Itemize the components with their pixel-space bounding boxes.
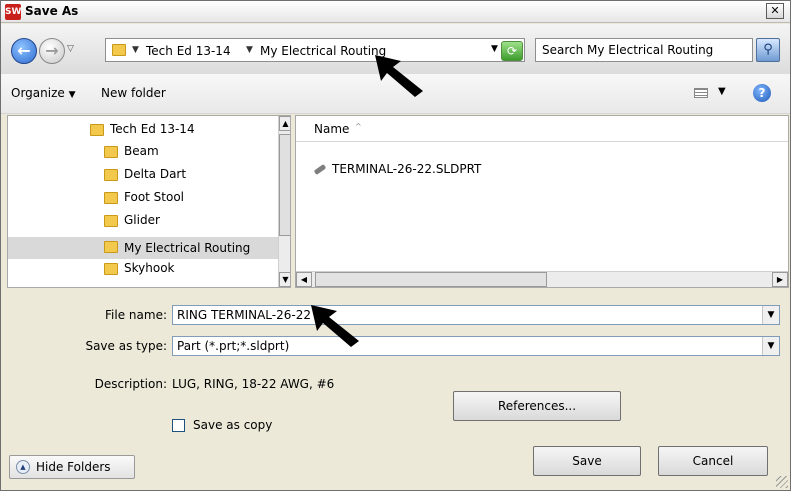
tree-item[interactable]: Tech Ed 13-14 — [90, 122, 270, 144]
save-type-select[interactable]: Part (*.prt;*.sldprt) ▼ — [172, 336, 780, 356]
scrollbar-thumb[interactable] — [279, 134, 290, 236]
tree-item[interactable]: Delta Dart — [104, 167, 274, 189]
breadcrumb-my-electrical-routing[interactable]: My Electrical Routing — [260, 44, 386, 58]
recent-pages-dropdown[interactable]: ▽ — [67, 44, 74, 54]
help-icon[interactable]: ? — [753, 84, 771, 102]
file-name-input[interactable]: RING TERMINAL-26-22 ▼ — [172, 305, 780, 325]
save-type-value: Part (*.prt;*.sldprt) — [177, 339, 290, 353]
organize-menu[interactable]: Organize ▼ — [11, 86, 76, 100]
save-button[interactable]: Save — [533, 446, 641, 476]
save-as-copy-checkbox[interactable] — [172, 419, 185, 432]
cancel-button[interactable]: Cancel — [658, 446, 768, 476]
forward-button[interactable]: → — [39, 38, 65, 64]
solidworks-app-icon: SW — [5, 4, 21, 20]
tree-scrollbar[interactable]: ▲ ▼ — [278, 116, 290, 287]
address-dropdown-icon[interactable]: ▼ — [491, 44, 498, 54]
part-file-icon — [313, 164, 327, 175]
address-bar[interactable]: ▼ Tech Ed 13-14 ▼ My Electrical Routing … — [105, 38, 525, 62]
tree-item-label: Tech Ed 13-14 — [110, 122, 195, 136]
search-icon[interactable]: ⚲ — [756, 38, 780, 62]
scrollbar-thumb[interactable] — [315, 272, 547, 287]
annotation-arrow-icon — [375, 55, 423, 97]
column-name-label: Name — [314, 122, 350, 136]
file-name-label: TERMINAL-26-22.SLDPRT — [332, 162, 482, 176]
description-label: Description: — [94, 377, 167, 391]
chevron-right-icon[interactable]: ▼ — [132, 45, 139, 55]
file-name-label: File name: — [105, 308, 167, 322]
window-title: Save As — [25, 4, 79, 18]
files-horizontal-scrollbar[interactable]: ◀ ▶ — [296, 271, 788, 287]
sort-ascending-icon: ^ — [355, 122, 362, 131]
tree-item-label: My Electrical Routing — [124, 240, 251, 255]
scroll-up-icon[interactable]: ▲ — [279, 116, 290, 131]
folder-icon — [90, 123, 104, 136]
refresh-icon[interactable]: ⟳ — [501, 41, 523, 61]
chevron-up-icon: ▲ — [16, 460, 30, 474]
tree-item-label: Beam — [124, 144, 159, 158]
chevron-down-icon[interactable]: ▼ — [762, 306, 779, 324]
scroll-left-icon[interactable]: ◀ — [296, 272, 312, 287]
tree-item[interactable]: Beam — [104, 144, 274, 166]
tree-item-selected[interactable]: My Electrical Routing — [8, 237, 278, 259]
chevron-right-icon[interactable]: ▼ — [246, 45, 253, 55]
folder-icon — [104, 145, 118, 158]
organize-label: Organize — [11, 86, 65, 100]
title-bar: SW Save As ✕ — [1, 1, 790, 23]
folder-icon — [104, 241, 118, 253]
folder-icon — [104, 214, 118, 227]
annotation-arrow-icon — [311, 305, 359, 347]
hide-folders-label: Hide Folders — [36, 460, 111, 474]
folder-icon — [104, 262, 118, 275]
back-button[interactable]: ← — [11, 38, 37, 64]
list-item[interactable]: TERMINAL-26-22.SLDPRT — [313, 162, 482, 176]
folder-icon — [112, 44, 126, 56]
file-list[interactable]: Name ^ TERMINAL-26-22.SLDPRT ◀ ▶ — [295, 115, 789, 288]
views-dropdown-icon[interactable]: ▼ — [718, 86, 726, 97]
folder-icon — [104, 191, 118, 204]
tree-item[interactable]: Glider — [104, 213, 274, 235]
chevron-down-icon[interactable]: ▼ — [762, 337, 779, 355]
description-value: LUG, RING, 18-22 AWG, #6 — [172, 377, 335, 391]
folder-tree[interactable]: Tech Ed 13-14 Beam Delta Dart Foot Stool… — [7, 115, 291, 288]
search-input[interactable]: Search My Electrical Routing — [535, 38, 753, 62]
column-header-name[interactable]: Name ^ — [296, 116, 788, 142]
tree-item-label: Glider — [124, 213, 160, 227]
close-button[interactable]: ✕ — [766, 3, 784, 19]
scroll-right-icon[interactable]: ▶ — [772, 272, 788, 287]
tree-item[interactable]: Skyhook — [104, 261, 274, 283]
tree-item-label: Delta Dart — [124, 167, 187, 181]
save-type-label: Save as type: — [85, 339, 167, 353]
new-folder-button[interactable]: New folder — [101, 86, 166, 100]
scroll-down-icon[interactable]: ▼ — [279, 272, 290, 287]
chevron-down-icon: ▼ — [68, 90, 76, 100]
save-as-copy-label[interactable]: Save as copy — [193, 418, 272, 432]
hide-folders-button[interactable]: ▲ Hide Folders — [9, 455, 135, 479]
tree-item-label: Foot Stool — [124, 190, 185, 204]
tree-item-label: Skyhook — [124, 261, 175, 275]
file-name-value: RING TERMINAL-26-22 — [177, 308, 311, 322]
resize-grip-icon[interactable] — [776, 476, 788, 488]
views-icon[interactable] — [694, 88, 708, 98]
save-as-dialog: SW Save As ✕ ← → ▽ ▼ Tech Ed 13-14 ▼ My … — [0, 0, 791, 491]
references-button[interactable]: References... — [453, 391, 621, 421]
folder-icon — [104, 168, 118, 181]
breadcrumb-tech-ed[interactable]: Tech Ed 13-14 — [146, 44, 231, 58]
tree-item[interactable]: Foot Stool — [104, 190, 274, 212]
